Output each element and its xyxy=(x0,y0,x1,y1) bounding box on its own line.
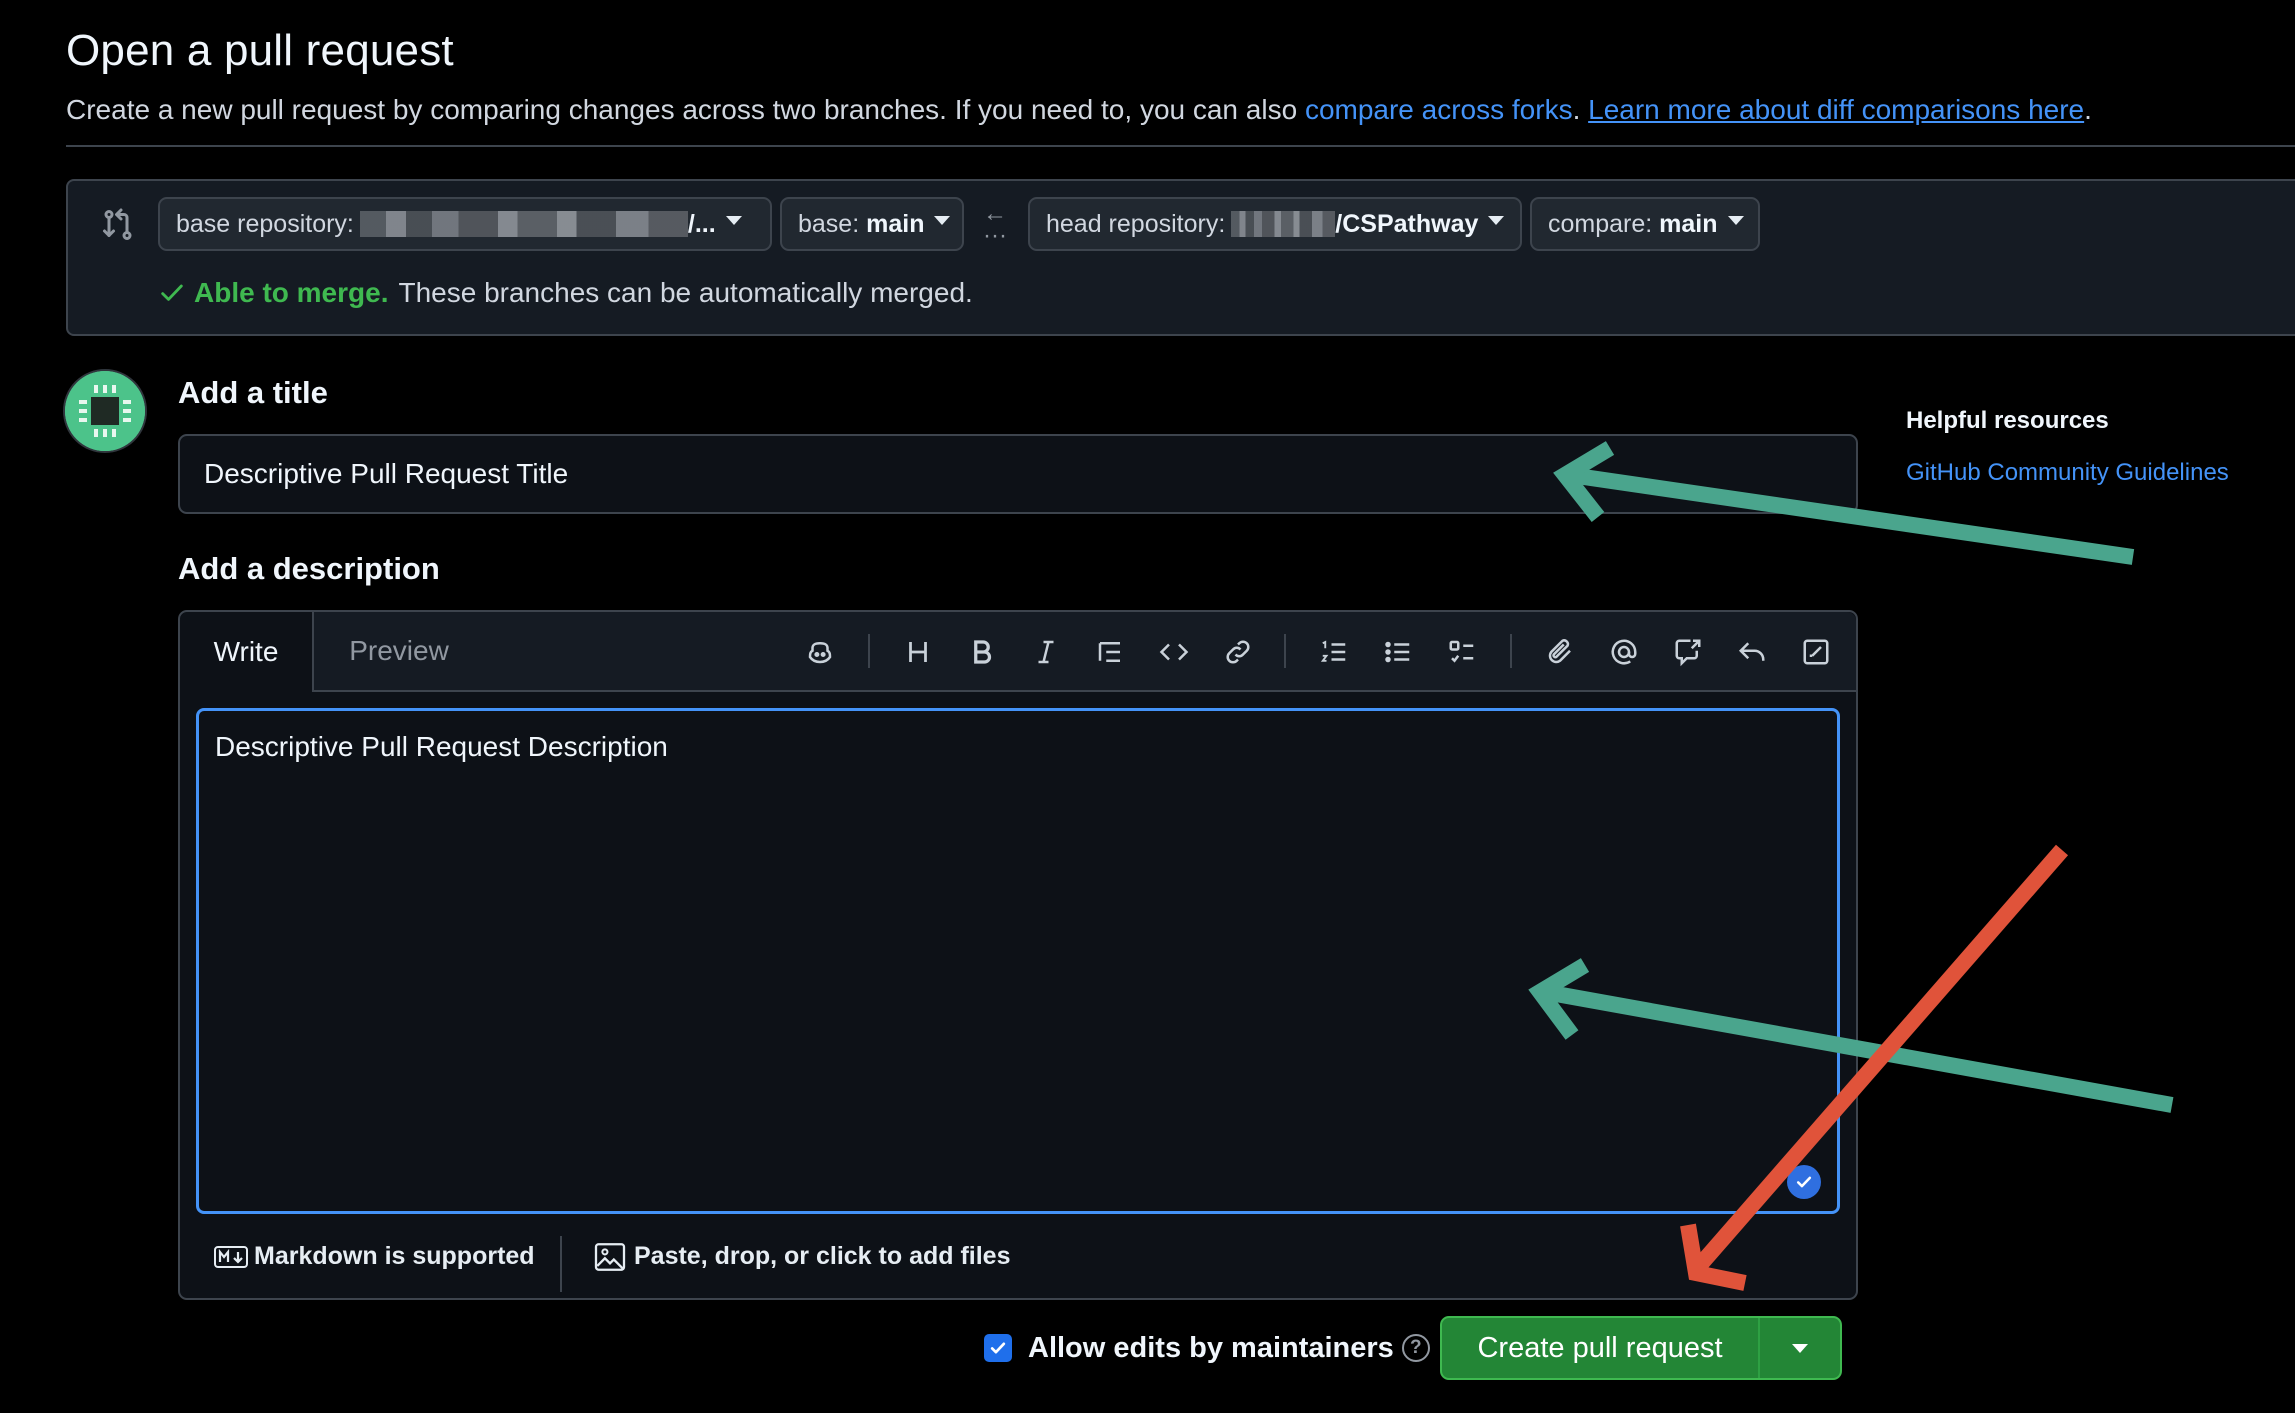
saved-reply-icon[interactable] xyxy=(1732,632,1772,672)
community-guidelines-link[interactable]: GitHub Community Guidelines xyxy=(1906,459,2229,487)
editor-footer: Markdown is supported Paste, drop, or cl… xyxy=(180,1228,1856,1298)
markdown-supported-link[interactable]: Markdown is supported xyxy=(214,1242,535,1271)
base-branch-value: main xyxy=(866,209,925,238)
base-repo-value: /... xyxy=(687,209,716,238)
toolbar-separator xyxy=(868,634,870,668)
check-icon xyxy=(161,284,183,301)
compare-across-forks-link[interactable]: compare across forks xyxy=(1305,94,1573,125)
avatar[interactable] xyxy=(63,369,147,453)
copilot-icon[interactable] xyxy=(800,632,840,672)
description-label: Add a description xyxy=(178,551,440,586)
ordered-list-icon[interactable] xyxy=(1314,632,1354,672)
toolbar-separator xyxy=(1284,634,1286,668)
head-repository-select[interactable]: head repository: /CSPathway xyxy=(1028,197,1522,251)
create-pull-request-button-group: Create pull request xyxy=(1440,1316,1842,1380)
code-icon[interactable] xyxy=(1154,632,1194,672)
link-icon[interactable] xyxy=(1218,632,1258,672)
toolbar-separator xyxy=(1510,634,1512,668)
base-repository-select[interactable]: base repository: /... xyxy=(158,197,772,251)
tab-preview[interactable]: Preview xyxy=(314,612,484,690)
description-textarea[interactable]: Descriptive Pull Request Description xyxy=(196,708,1840,1214)
quote-icon[interactable] xyxy=(1090,632,1130,672)
create-options-dropdown[interactable] xyxy=(1760,1318,1840,1378)
head-repo-label: head repository: xyxy=(1046,209,1226,238)
attach-icon[interactable] xyxy=(1540,632,1580,672)
grammar-check-icon[interactable] xyxy=(1787,1165,1821,1199)
heading-icon[interactable] xyxy=(898,632,938,672)
description-text: Descriptive Pull Request Description xyxy=(215,731,668,762)
markdown-icon xyxy=(214,1245,248,1268)
base-branch-select[interactable]: base: main xyxy=(780,197,964,251)
fullscreen-icon[interactable] xyxy=(1796,632,1836,672)
markdown-note: Markdown is supported xyxy=(254,1242,535,1270)
subtitle-text: Create a new pull request by comparing c… xyxy=(66,94,1305,125)
chip-avatar-icon xyxy=(65,371,145,451)
merge-status-label: Able to merge. xyxy=(194,277,389,308)
base-branch-label: base: xyxy=(798,209,860,238)
footer-separator xyxy=(560,1236,562,1292)
merge-status-message: These branches can be automatically merg… xyxy=(398,277,973,308)
title-label: Add a title xyxy=(178,375,328,410)
italic-icon[interactable] xyxy=(1026,632,1066,672)
attach-note: Paste, drop, or click to add files xyxy=(634,1242,1011,1270)
page-subtitle: Create a new pull request by comparing c… xyxy=(66,94,2092,126)
help-icon[interactable]: ? xyxy=(1401,1334,1430,1362)
allow-edits-label[interactable]: Allow edits by maintainers xyxy=(1028,1332,1394,1365)
chevron-down-icon xyxy=(934,215,951,225)
header-divider xyxy=(66,145,2295,147)
subtitle-separator: . xyxy=(1572,94,1589,125)
pull-request-page: Open a pull request Create a new pull re… xyxy=(0,0,2295,1413)
page-title: Open a pull request xyxy=(66,26,454,75)
image-icon xyxy=(594,1242,626,1271)
mention-icon[interactable] xyxy=(1604,632,1644,672)
chevron-down-icon xyxy=(1488,215,1505,225)
attach-files-button[interactable]: Paste, drop, or click to add files xyxy=(594,1242,1011,1271)
editor-header: Write Preview xyxy=(180,612,1856,692)
merge-status: Able to merge. These branches can be aut… xyxy=(158,277,973,309)
allow-edits-row: Allow edits by maintainers ? xyxy=(984,1315,1430,1381)
title-input[interactable]: Descriptive Pull Request Title xyxy=(178,434,1858,514)
redacted-repo-owner xyxy=(359,211,688,237)
create-pull-request-button[interactable]: Create pull request xyxy=(1442,1318,1760,1378)
task-list-icon[interactable] xyxy=(1442,632,1482,672)
compare-branch-label: compare: xyxy=(1548,209,1653,238)
subtitle-end: . xyxy=(2084,94,2092,125)
compare-branch-value: main xyxy=(1659,209,1718,238)
compare-branch-select[interactable]: compare: main xyxy=(1530,197,1760,251)
base-repo-label: base repository: xyxy=(176,209,354,238)
helpful-resources-title: Helpful resources xyxy=(1906,407,2109,434)
cross-reference-icon[interactable] xyxy=(1668,632,1708,672)
unordered-list-icon[interactable] xyxy=(1378,632,1418,672)
redacted-repo-owner xyxy=(1231,211,1336,237)
tab-write[interactable]: Write xyxy=(180,612,314,692)
learn-more-link[interactable]: Learn more about diff comparisons here xyxy=(1588,94,2084,125)
allow-edits-checkbox[interactable] xyxy=(984,1334,1012,1362)
chevron-down-icon xyxy=(1792,1343,1808,1353)
chevron-down-icon xyxy=(725,215,742,225)
compare-box: base repository: /... base: main ← ··· he… xyxy=(66,179,2295,336)
head-repo-value: /CSPathway xyxy=(1335,209,1479,238)
bold-icon[interactable] xyxy=(962,632,1002,672)
swap-arrow-icon: ← ··· xyxy=(983,200,1007,249)
chevron-down-icon xyxy=(1727,215,1744,225)
compare-arrows-icon xyxy=(103,208,132,240)
description-editor: Write Preview Descriptive Pull Request D… xyxy=(178,610,1858,1300)
